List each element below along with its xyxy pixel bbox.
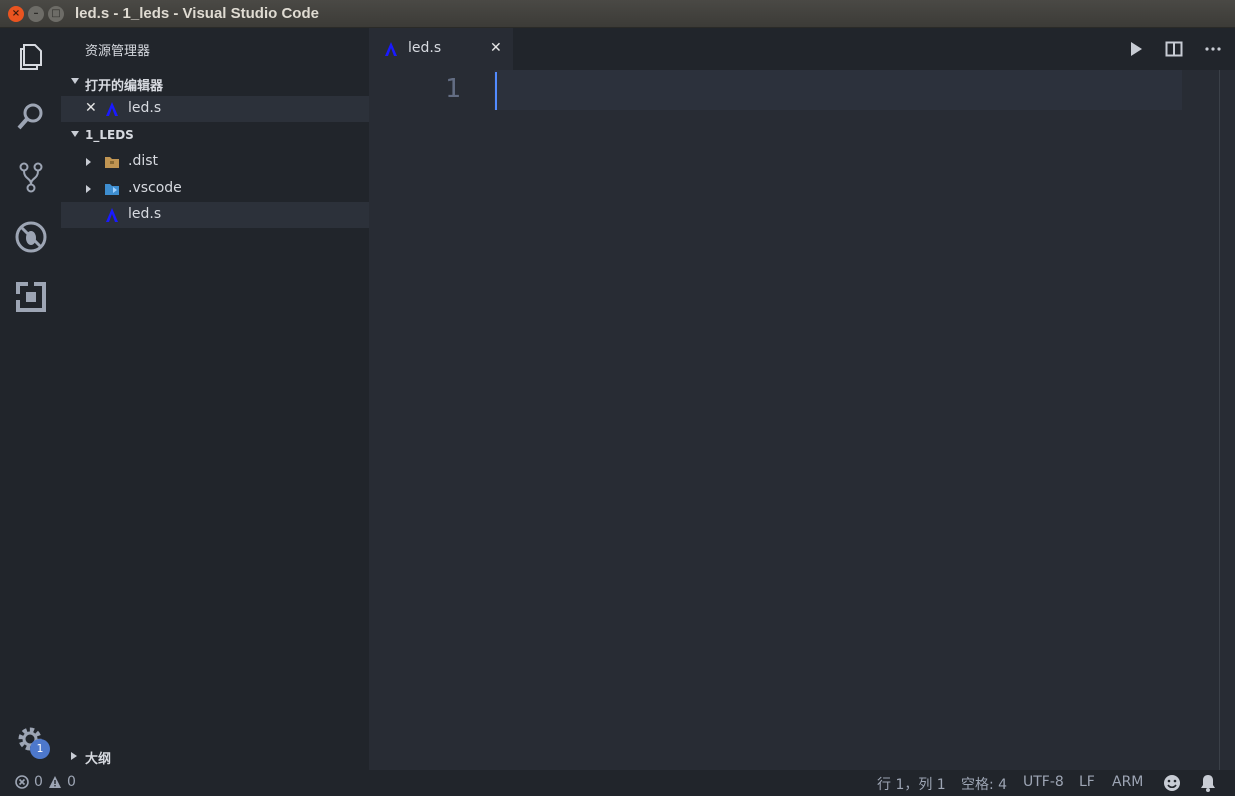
sidebar-title: 资源管理器 <box>85 44 151 59</box>
open-editors-label: 打开的编辑器 <box>85 79 164 94</box>
tree-item-label: .vscode <box>128 180 182 196</box>
title-bar: × – □ led.s - 1_leds - Visual Studio Cod… <box>0 0 1235 28</box>
window-maximize-button[interactable]: □ <box>48 6 64 22</box>
folder-icon <box>105 157 119 168</box>
tree-item-led-s[interactable]: led.s <box>61 202 369 228</box>
end-of-line[interactable]: LF <box>1079 774 1095 790</box>
assembly-file-icon <box>106 208 118 222</box>
tree-item-vscode[interactable]: .vscode <box>61 176 369 202</box>
assembly-file-icon <box>385 42 397 56</box>
window-close-button[interactable]: × <box>8 6 24 22</box>
more-actions-icon[interactable] <box>1204 40 1222 58</box>
folder-label: 1_LEDS <box>85 128 134 142</box>
current-line-highlight <box>494 70 1182 110</box>
vscode-window: × – □ led.s - 1_leds - Visual Studio Cod… <box>0 0 1235 796</box>
search-icon[interactable] <box>14 100 48 134</box>
notifications-bell-icon[interactable] <box>1200 774 1216 792</box>
tree-item-label: led.s <box>128 206 162 222</box>
close-icon[interactable]: ✕ <box>490 40 502 56</box>
chevron-right-icon <box>71 752 77 760</box>
line-number: 1 <box>445 74 461 104</box>
tree-item-dist[interactable]: .dist <box>61 149 369 175</box>
open-editor-item-label: led.s <box>128 100 162 116</box>
debug-icon[interactable] <box>14 220 48 254</box>
window-minimize-button[interactable]: – <box>28 6 44 22</box>
chevron-right-icon <box>86 185 91 193</box>
language-mode[interactable]: ARM <box>1112 774 1143 790</box>
cursor-position[interactable]: 行 1，列 1 <box>877 774 946 794</box>
outline-label: 大纲 <box>85 752 112 767</box>
extensions-icon[interactable] <box>14 280 48 314</box>
run-icon[interactable] <box>1127 40 1145 58</box>
settings-update-badge: 1 <box>30 739 50 759</box>
status-bar: 0 0 行 1，列 1 空格: 4 UTF-8 LF ARM <box>0 770 1235 796</box>
open-editors-section-header[interactable]: 打开的编辑器 <box>61 70 369 96</box>
feedback-smiley-icon[interactable] <box>1163 774 1181 792</box>
window-title: led.s - 1_leds - Visual Studio Code <box>75 5 319 22</box>
text-cursor <box>495 72 497 110</box>
editor-tab-bar: led.s ✕ <box>369 28 1235 70</box>
tab-label: led.s <box>408 40 442 56</box>
editor-ruler <box>1219 70 1220 770</box>
assembly-file-icon <box>106 102 118 116</box>
warning-icon[interactable] <box>48 775 62 789</box>
explorer-sidebar: 资源管理器 打开的编辑器 ✕ led.s 1_LEDS .dist .vscod… <box>61 28 369 770</box>
warning-count[interactable]: 0 <box>67 774 76 790</box>
chevron-right-icon <box>86 158 91 166</box>
code-editor[interactable]: 1 <box>369 70 1235 770</box>
error-count[interactable]: 0 <box>34 774 43 790</box>
outline-section-header[interactable]: 大纲 <box>61 743 369 769</box>
tab-led-s[interactable]: led.s ✕ <box>369 28 513 70</box>
open-editor-item[interactable]: ✕ led.s <box>61 96 369 122</box>
error-icon[interactable] <box>15 775 29 789</box>
activity-bar: 1 <box>0 28 61 770</box>
chevron-down-icon <box>71 78 79 84</box>
explorer-icon[interactable] <box>14 40 48 74</box>
folder-section-header[interactable]: 1_LEDS <box>61 123 369 149</box>
close-icon[interactable]: ✕ <box>85 100 97 116</box>
indentation-setting[interactable]: 空格: 4 <box>961 774 1007 794</box>
chevron-down-icon <box>71 131 79 137</box>
source-control-icon[interactable] <box>14 160 48 194</box>
split-editor-icon[interactable] <box>1165 40 1183 58</box>
file-encoding[interactable]: UTF-8 <box>1023 774 1064 790</box>
tree-item-label: .dist <box>128 153 159 169</box>
vscode-folder-icon <box>105 184 119 195</box>
